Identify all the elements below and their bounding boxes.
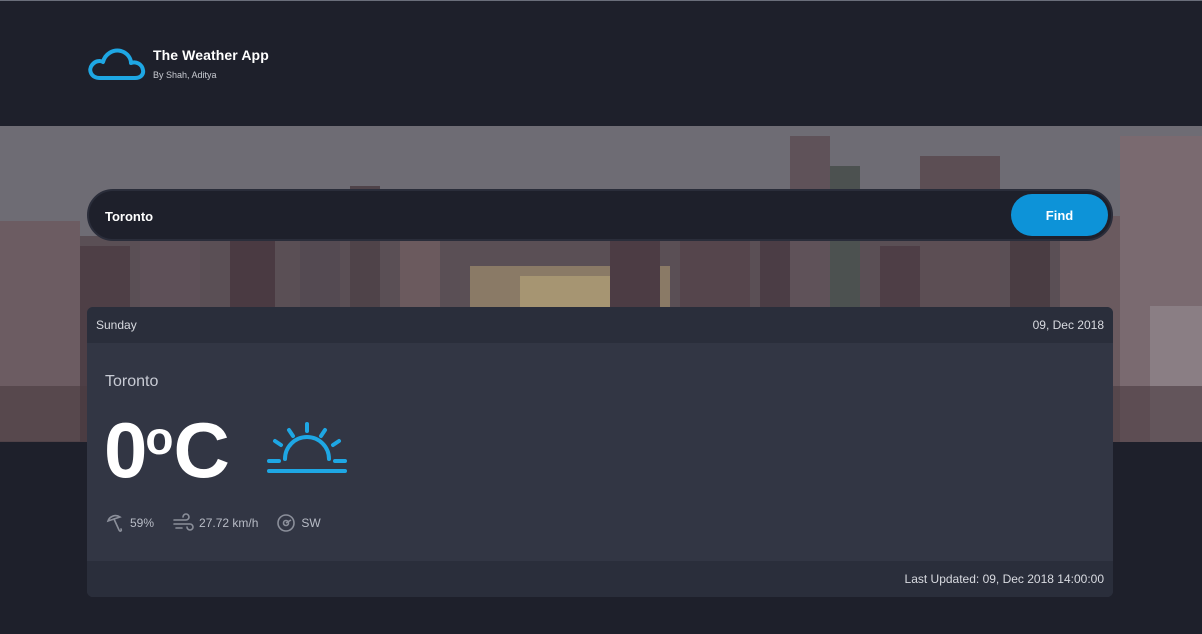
temperature-value: 0 [104, 406, 147, 494]
city-search-input[interactable] [105, 203, 985, 229]
day-label: Sunday [96, 318, 137, 332]
wind-speed-value: 27.72 km/h [199, 516, 259, 530]
compass-icon [277, 514, 296, 532]
cloud-icon [88, 48, 146, 80]
temperature-unit: C [173, 406, 230, 494]
humidity-stat: 59% [105, 513, 154, 533]
card-footer: Last Updated: 09, Dec 2018 14:00:00 [87, 561, 1113, 597]
wind-speed-stat: 27.72 km/h [172, 513, 258, 533]
card-header: Sunday 09, Dec 2018 [87, 307, 1113, 343]
app-subtitle: By Shah, Aditya [153, 70, 217, 80]
top-border [0, 0, 1202, 1]
date-label: 09, Dec 2018 [1032, 318, 1104, 332]
brand: The Weather App By Shah, Aditya [86, 44, 269, 84]
card-body: Toronto 0oC 59% 27.72 km/h SW [87, 343, 1113, 561]
wind-direction-value: SW [301, 516, 321, 530]
temperature: 0oC [104, 411, 230, 489]
degree-symbol: o [145, 412, 174, 464]
search-bar: Find [87, 189, 1113, 241]
app-title: The Weather App [153, 47, 269, 63]
city-name: Toronto [105, 373, 159, 390]
weather-card: Sunday 09, Dec 2018 Toronto 0oC 59% 27.7… [87, 307, 1113, 597]
wind-icon [173, 513, 194, 531]
wind-direction-stat: SW [276, 513, 321, 533]
find-button[interactable]: Find [1011, 194, 1108, 236]
sunrise-icon [267, 422, 347, 473]
umbrella-icon [106, 514, 123, 532]
weather-stats: 59% 27.72 km/h SW [105, 513, 339, 533]
last-updated: Last Updated: 09, Dec 2018 14:00:00 [904, 572, 1104, 586]
humidity-value: 59% [130, 516, 155, 530]
